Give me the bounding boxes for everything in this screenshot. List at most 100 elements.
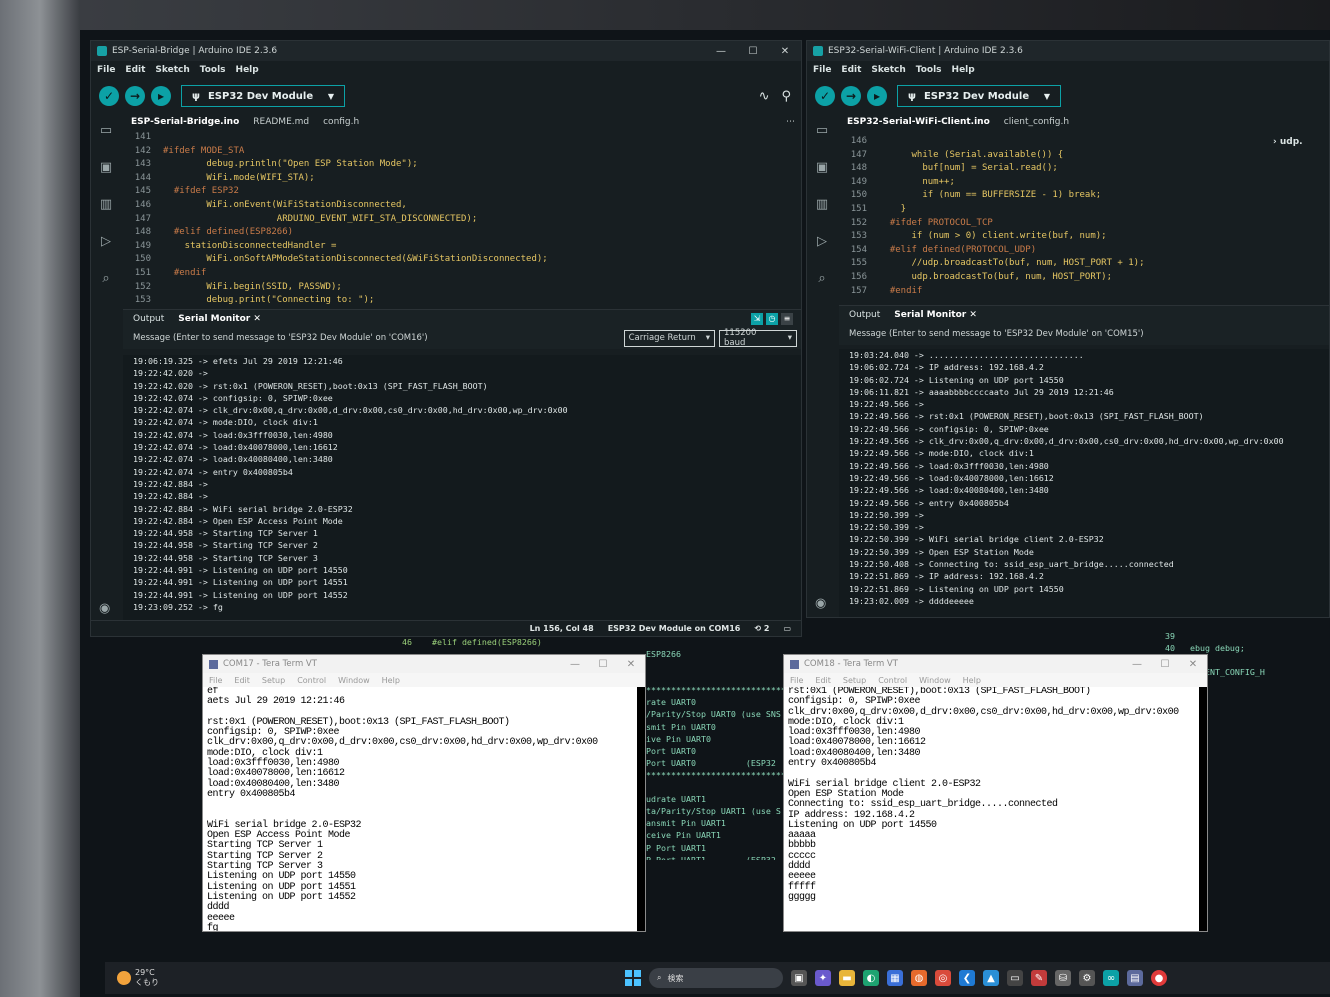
verify-button[interactable]: ✓	[815, 86, 835, 106]
scrollbar[interactable]	[637, 687, 645, 931]
baud-select[interactable]: 115200 baud ▾	[719, 328, 797, 348]
tab-output[interactable]: Output	[849, 310, 880, 320]
line-ending-select[interactable]: Carriage Return ▾	[623, 329, 715, 347]
debug-icon[interactable]: ▷	[817, 234, 827, 249]
title-bar[interactable]: ESP32-Serial-WiFi-Client | Arduino IDE 2…	[807, 41, 1329, 61]
upload-button[interactable]: →	[841, 86, 861, 106]
task-view-icon[interactable]: ▣	[791, 970, 807, 986]
menu-item[interactable]: Tools	[200, 65, 226, 75]
menu-item[interactable]: Control	[297, 676, 326, 685]
search-icon[interactable]: ⌕	[102, 271, 109, 286]
timestamp-icon[interactable]: ◷	[766, 312, 778, 325]
sketchbook-icon[interactable]: ▭	[816, 123, 828, 138]
tab-output[interactable]: Output	[133, 314, 164, 324]
tab-serial-monitor[interactable]: Serial Monitor ✕	[178, 314, 261, 324]
minimize-button[interactable]: —	[561, 659, 589, 670]
menu-item[interactable]: Sketch	[155, 65, 189, 75]
verify-button[interactable]: ✓	[99, 86, 119, 106]
notifications-count[interactable]: ⟲ 2	[754, 624, 769, 633]
toggle-panel-icon[interactable]: ▭	[783, 624, 791, 633]
search-box[interactable]: ⌕ 検索	[649, 968, 783, 988]
menu-item[interactable]: Tools	[916, 65, 942, 75]
message-input[interactable]: Message (Enter to send message to 'ESP32…	[133, 333, 428, 343]
record-icon[interactable]: ●	[1151, 970, 1167, 986]
debug-button[interactable]: ▸	[867, 86, 887, 106]
editor-tab[interactable]: README.md	[253, 117, 309, 127]
outline-breadcrumb[interactable]: › udp.	[1273, 137, 1303, 147]
minimize-button[interactable]: —	[1123, 659, 1151, 670]
code-editor[interactable]: 146 147 while (Serial.available()) {148 b…	[839, 135, 1259, 303]
account-icon[interactable]: ◉	[815, 596, 826, 611]
menu-item[interactable]: Edit	[841, 65, 861, 75]
arduino-ide-window-right[interactable]: ESP32-Serial-WiFi-Client | Arduino IDE 2…	[806, 40, 1330, 618]
arduino-ide-window-left[interactable]: ESP-Serial-Bridge | Arduino IDE 2.3.6 — …	[90, 40, 802, 637]
menu-item[interactable]: File	[209, 676, 222, 685]
serial-monitor-output[interactable]: 19:06:19.325 -> efets Jul 29 2019 12:21:…	[123, 355, 801, 620]
boards-manager-icon[interactable]: ▣	[100, 160, 112, 175]
weather-widget[interactable]: 29°C くもり	[117, 968, 159, 988]
editor-tab[interactable]: ESP-Serial-Bridge.ino	[131, 117, 239, 127]
serial-plotter-icon[interactable]: ∿	[759, 89, 770, 104]
teraterm-window-com18[interactable]: COM18 - Tera Term VT — ☐ ✕ File Edit Setup…	[783, 654, 1208, 932]
vscode-icon[interactable]: ❮	[959, 970, 975, 986]
cursor-position[interactable]: Ln 156, Col 48	[530, 624, 594, 633]
app-icon[interactable]: ▲	[983, 970, 999, 986]
library-manager-icon[interactable]: ▥	[100, 197, 112, 212]
terminal-icon[interactable]: ▭	[1007, 970, 1023, 986]
account-icon[interactable]: ◉	[99, 601, 110, 616]
tool-icon[interactable]: ✎	[1031, 970, 1047, 986]
close-button[interactable]: ✕	[617, 659, 645, 670]
clear-output-icon[interactable]: ≡	[781, 312, 793, 325]
start-icon[interactable]	[625, 970, 641, 986]
board-selector[interactable]: ψ ESP32 Dev Module ▼	[897, 85, 1061, 107]
close-icon[interactable]: ✕	[253, 314, 261, 324]
menu-item[interactable]: Edit	[815, 676, 831, 685]
minimize-button[interactable]: —	[705, 46, 737, 57]
terminal-output[interactable]: ef aets Jul 29 2019 12:21:46 rst:0x1 (POW…	[203, 687, 637, 931]
menu-item[interactable]: Window	[919, 676, 951, 685]
title-bar[interactable]: ESP-Serial-Bridge | Arduino IDE 2.3.6 — …	[91, 41, 801, 61]
close-button[interactable]: ✕	[769, 46, 801, 57]
message-input[interactable]: Message (Enter to send message to 'ESP32…	[849, 329, 1144, 339]
menu-item[interactable]: Window	[338, 676, 370, 685]
arduino-taskbar-icon[interactable]: ∞	[1103, 970, 1119, 986]
teraterm-taskbar-icon[interactable]: ▤	[1127, 970, 1143, 986]
menu-item[interactable]: Help	[952, 65, 975, 75]
chrome-icon[interactable]: ◎	[935, 970, 951, 986]
menu-item[interactable]: Setup	[262, 676, 285, 685]
upload-button[interactable]: →	[125, 86, 145, 106]
settings-icon[interactable]: ⚙	[1079, 970, 1095, 986]
menu-item[interactable]: Setup	[843, 676, 866, 685]
editor-tab[interactable]: config.h	[323, 117, 359, 127]
maximize-button[interactable]: ☐	[589, 659, 617, 670]
menu-item[interactable]: Control	[878, 676, 907, 685]
menu-item[interactable]: File	[97, 65, 115, 75]
board-port-status[interactable]: ESP32 Dev Module on COM16	[608, 624, 741, 633]
board-selector[interactable]: ψ ESP32 Dev Module ▼	[181, 85, 345, 107]
firefox-icon[interactable]: ◍	[911, 970, 927, 986]
menu-item[interactable]: Help	[382, 676, 400, 685]
edge-browser-icon[interactable]: ◐	[863, 970, 879, 986]
store-icon[interactable]: ▦	[887, 970, 903, 986]
autoscroll-icon[interactable]: ⇲	[751, 312, 763, 325]
search-icon[interactable]: ⌕	[818, 271, 825, 286]
title-bar[interactable]: COM17 - Tera Term VT — ☐ ✕	[203, 655, 645, 673]
sketchbook-icon[interactable]: ▭	[100, 123, 112, 138]
serial-monitor-output[interactable]: 19:03:24.040 -> ........................…	[839, 349, 1329, 617]
teraterm-window-com17[interactable]: COM17 - Tera Term VT — ☐ ✕ File Edit Setup…	[202, 654, 646, 932]
menu-item[interactable]: Help	[236, 65, 259, 75]
editor-tab[interactable]: client_config.h	[1004, 117, 1069, 127]
menu-item[interactable]: Sketch	[871, 65, 905, 75]
library-manager-icon[interactable]: ▥	[816, 197, 828, 212]
menu-item[interactable]: File	[813, 65, 831, 75]
file-explorer-icon[interactable]: ▬	[839, 970, 855, 986]
boards-manager-icon[interactable]: ▣	[816, 160, 828, 175]
network-icon[interactable]: ⛁	[1055, 970, 1071, 986]
menu-item[interactable]: Help	[963, 676, 981, 685]
close-icon[interactable]: ✕	[969, 310, 977, 320]
serial-monitor-icon[interactable]: ⚲	[781, 89, 791, 104]
copilot-icon[interactable]: ✦	[815, 970, 831, 986]
scrollbar[interactable]	[1199, 687, 1207, 931]
close-button[interactable]: ✕	[1179, 659, 1207, 670]
terminal-output[interactable]: rst:0x1 (POWERON_RESET),boot:0x13 (SPI_F…	[784, 687, 1199, 931]
